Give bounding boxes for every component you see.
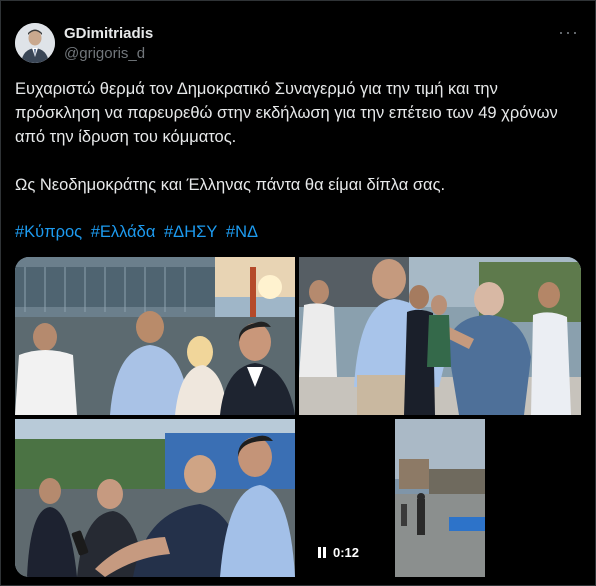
hashtag-link[interactable]: #Ελλάδα <box>91 223 156 241</box>
hashtag-link[interactable]: #ΝΔ <box>226 223 258 241</box>
user-handle[interactable]: @grigoris_d <box>64 45 145 62</box>
video-duration: 0:12 <box>333 545 360 560</box>
avatar[interactable] <box>15 23 55 63</box>
tweet-card[interactable]: GDimitriadis @grigoris_d ··· Ευχαριστώ θ… <box>0 0 596 586</box>
photo-2[interactable] <box>299 257 581 415</box>
pause-icon[interactable] <box>317 546 327 561</box>
media-grid <box>15 257 581 577</box>
hashtag-link[interactable]: #ΔΗΣΥ <box>164 223 217 241</box>
more-options-icon[interactable]: ··· <box>558 22 579 43</box>
video-frame <box>395 419 485 577</box>
display-name[interactable]: GDimitriadis <box>64 25 153 42</box>
video-duration-badge: 0:12 <box>311 542 366 564</box>
photo-3[interactable] <box>15 419 295 577</box>
hashtag-link[interactable]: #Κύπρος <box>15 223 82 241</box>
hashtags: #Κύπρος #Ελλάδα #ΔΗΣΥ #ΝΔ <box>15 223 262 242</box>
photo-1[interactable] <box>15 257 295 415</box>
tweet-text: Ευχαριστώ θερμά τον Δημοκρατικό Συναγερμ… <box>15 80 558 194</box>
